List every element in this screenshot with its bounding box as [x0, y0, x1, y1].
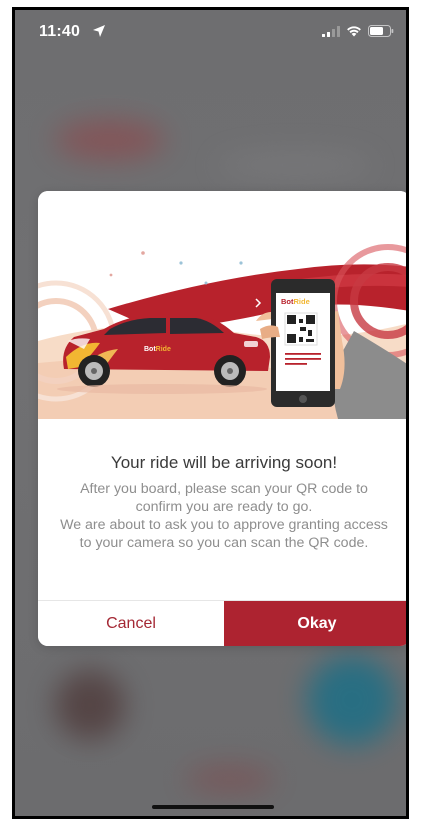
cellular-signal-icon: [322, 25, 340, 37]
dialog-message-line-2: We are about to ask you to approve grant…: [60, 517, 388, 551]
location-arrow-icon: [93, 25, 105, 37]
blurred-header-shape: [55, 120, 165, 160]
blurred-action-button-shape: [307, 655, 397, 745]
blurred-header-shape-2: [215, 150, 375, 180]
ride-arriving-dialog: BotRide BotRide Your ride will be arrivi…: [38, 191, 406, 646]
svg-text:BotRide: BotRide: [281, 297, 310, 306]
dialog-title: Your ride will be arriving soon!: [110, 453, 338, 472]
battery-icon: [368, 25, 394, 37]
dialog-message: After you board, please scan your QR cod…: [60, 480, 388, 552]
phone-screen: 11:40 BotRide BotRide Your ride will be …: [12, 7, 409, 819]
dialog-message-line-1: After you board, please scan your QR cod…: [80, 481, 368, 515]
status-bar: 11:40: [15, 10, 406, 52]
blurred-avatar-shape: [55, 670, 125, 740]
svg-text:BotRide: BotRide: [144, 346, 171, 353]
dialog-actions: Cancel Okay: [38, 600, 406, 646]
wifi-icon: [347, 26, 361, 37]
status-time: 11:40: [39, 23, 81, 40]
status-icons: [322, 25, 394, 37]
ride-illustration: BotRide BotRide: [38, 191, 406, 419]
cancel-button[interactable]: Cancel: [38, 601, 224, 646]
blurred-link-shape: [185, 765, 275, 793]
okay-button[interactable]: Okay: [224, 601, 406, 646]
home-indicator[interactable]: [152, 805, 274, 809]
